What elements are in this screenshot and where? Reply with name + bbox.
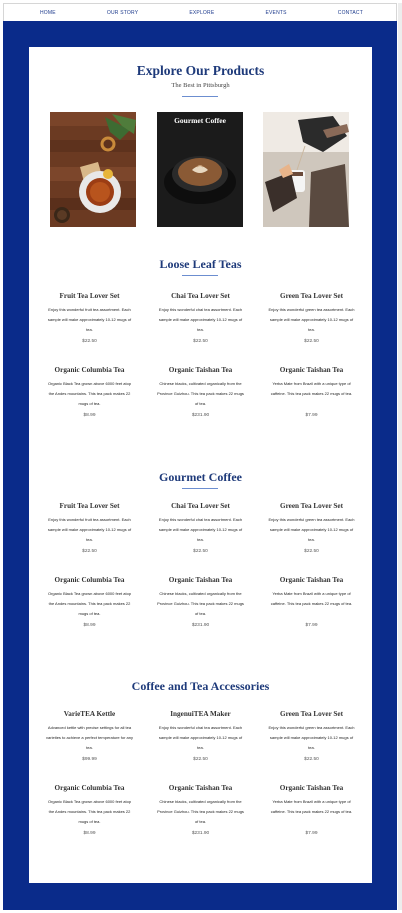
- product-title: Fruit Tea Lover Set: [59, 292, 120, 300]
- product-title: Chai Tea Lover Set: [171, 502, 230, 510]
- product-price: $8.99: [83, 623, 96, 628]
- product-description: Organic Black Tea grown above 6000 feet …: [47, 591, 132, 616]
- product-card[interactable]: Organic Columbia Tea Organic Black Tea gr…: [34, 783, 145, 857]
- section-title-accessories: Coffee and Tea Accessories: [131, 679, 270, 693]
- product-description: Enjoy this wonderful green tea assortmen…: [268, 307, 355, 332]
- product-card[interactable]: Organic Taishan Tea Chinese blacks, culti…: [145, 783, 256, 857]
- nav-home[interactable]: HOME: [40, 10, 56, 16]
- product-price: $7.99: [305, 413, 318, 418]
- product-card[interactable]: Organic Columbia Tea Organic Black Tea gr…: [34, 575, 145, 649]
- product-card[interactable]: Organic Taishan Tea Yerba Mate from Brazi…: [256, 783, 367, 857]
- product-description: Enjoy this wonderful chai tea assortment…: [158, 307, 243, 332]
- product-description: Yerba Mate from Brazil with a unique typ…: [270, 591, 353, 606]
- product-description: Enjoy this wonderful chai tea assortment…: [158, 725, 243, 750]
- product-price: $99.99: [82, 757, 97, 762]
- product-card[interactable]: Organic Taishan Tea Chinese blacks, culti…: [145, 575, 256, 649]
- product-description: Enjoy this wonderful green tea assortmen…: [268, 517, 355, 542]
- product-title: Green Tea Lover Set: [279, 710, 344, 718]
- product-description: Chinese blacks, cultivated organically f…: [157, 591, 244, 616]
- product-title: Organic Columbia Tea: [54, 366, 125, 374]
- product-title: Organic Columbia Tea: [54, 784, 125, 792]
- product-price: $231.90: [191, 413, 210, 418]
- section-title-coffee: Gourmet Coffee: [159, 470, 242, 484]
- product-price: $22.50: [193, 757, 208, 762]
- product-description: Organic Black Tea grown above 6000 feet …: [47, 381, 132, 406]
- section-divider: [182, 275, 218, 276]
- product-description: Yerba Mate from Brazil with a unique typ…: [270, 381, 353, 396]
- product-grid-accessories: VarieTEA Kettle Advanced kettle with prec…: [34, 709, 367, 857]
- product-card[interactable]: Green Tea Lover Set Enjoy this wonderful …: [256, 291, 367, 365]
- main-content: Explore Our Products The Best in Pittsbu…: [29, 47, 372, 883]
- product-price: $22.50: [304, 549, 319, 554]
- product-price: $8.99: [83, 413, 96, 418]
- section-divider: [182, 488, 218, 489]
- tea-photo[interactable]: [50, 112, 136, 227]
- product-price: $22.50: [82, 339, 97, 344]
- product-description: Chinese blacks, cultivated organically f…: [157, 799, 244, 824]
- product-title: Organic Taishan Tea: [168, 366, 233, 374]
- product-grid-teas: Fruit Tea Lover Set Enjoy this wonderful …: [34, 291, 367, 439]
- product-description: Enjoy this wonderful fruit tea assortmen…: [47, 517, 132, 542]
- product-title: Organic Columbia Tea: [54, 576, 125, 584]
- nav-contact[interactable]: CONTACT: [338, 10, 363, 16]
- product-title: Fruit Tea Lover Set: [59, 502, 120, 510]
- product-card[interactable]: Fruit Tea Lover Set Enjoy this wonderful …: [34, 501, 145, 575]
- product-title: Organic Taishan Tea: [168, 576, 233, 584]
- photo-caption: Gourmet Coffee: [174, 116, 226, 125]
- product-description: Chinese blacks, cultivated organically f…: [157, 381, 244, 406]
- product-card[interactable]: Chai Tea Lover Set Enjoy this wonderful c…: [145, 291, 256, 365]
- product-price: $7.99: [305, 623, 318, 628]
- product-title: Organic Taishan Tea: [279, 576, 344, 584]
- product-price: $22.50: [193, 339, 208, 344]
- product-title: Chai Tea Lover Set: [171, 292, 230, 300]
- nav-explore[interactable]: EXPLORE: [189, 10, 214, 16]
- product-description: Advanced kettle with precise settings fo…: [46, 725, 133, 750]
- product-description: Enjoy this wonderful chai tea assortment…: [158, 517, 243, 542]
- product-price: $22.50: [304, 339, 319, 344]
- product-card[interactable]: Organic Taishan Tea Yerba Mate from Brazi…: [256, 575, 367, 649]
- product-card[interactable]: IngenuiTEA Maker Enjoy this wonderful cha…: [145, 709, 256, 783]
- product-card[interactable]: Organic Taishan Tea Yerba Mate from Brazi…: [256, 365, 367, 439]
- product-card[interactable]: Organic Taishan Tea Chinese blacks, culti…: [145, 365, 256, 439]
- top-nav: HOME OUR STORY EXPLORE EVENTS CONTACT: [3, 3, 397, 21]
- product-price: $231.90: [191, 831, 210, 836]
- product-price: $7.99: [305, 831, 318, 836]
- scrollbar[interactable]: [398, 3, 402, 910]
- product-title: Green Tea Lover Set: [279, 292, 344, 300]
- product-price: $8.99: [83, 831, 96, 836]
- nav-our-story[interactable]: OUR STORY: [107, 10, 138, 16]
- product-card[interactable]: Fruit Tea Lover Set Enjoy this wonderful …: [34, 291, 145, 365]
- section-title-teas: Loose Leaf Teas: [159, 257, 242, 271]
- product-card[interactable]: VarieTEA Kettle Advanced kettle with prec…: [34, 709, 145, 783]
- product-card[interactable]: Green Tea Lover Set Enjoy this wonderful …: [256, 501, 367, 575]
- product-title: IngenuiTEA Maker: [170, 710, 231, 718]
- product-description: Yerba Mate from Brazil with a unique typ…: [270, 799, 353, 814]
- product-title: Organic Taishan Tea: [168, 784, 233, 792]
- product-title: VarieTEA Kettle: [63, 710, 116, 718]
- title-divider: [182, 96, 218, 97]
- product-description: Enjoy this wonderful green tea assortmen…: [268, 725, 355, 750]
- nav-events[interactable]: EVENTS: [265, 10, 286, 16]
- product-card[interactable]: Organic Columbia Tea Organic Black Tea gr…: [34, 365, 145, 439]
- product-grid-coffee: Fruit Tea Lover Set Enjoy this wonderful …: [34, 501, 367, 649]
- product-title: Organic Taishan Tea: [279, 784, 344, 792]
- product-title: Green Tea Lover Set: [279, 502, 344, 510]
- product-description: Enjoy this wonderful fruit tea assortmen…: [47, 307, 132, 332]
- page-title: Explore Our Products: [136, 63, 265, 78]
- product-card[interactable]: Chai Tea Lover Set Enjoy this wonderful c…: [145, 501, 256, 575]
- product-title: Organic Taishan Tea: [279, 366, 344, 374]
- product-price: $22.50: [193, 549, 208, 554]
- product-description: Organic Black Tea grown above 6000 feet …: [47, 799, 132, 824]
- product-price: $22.50: [304, 757, 319, 762]
- product-price: $231.90: [191, 623, 210, 628]
- page-subtitle: The Best in Pittsburgh: [171, 82, 230, 89]
- product-price: $22.50: [82, 549, 97, 554]
- product-card[interactable]: Green Tea Lover Set Enjoy this wonderful …: [256, 709, 367, 783]
- kettle-photo[interactable]: [263, 112, 349, 227]
- gourmet-coffee-photo[interactable]: Gourmet Coffee: [157, 112, 243, 227]
